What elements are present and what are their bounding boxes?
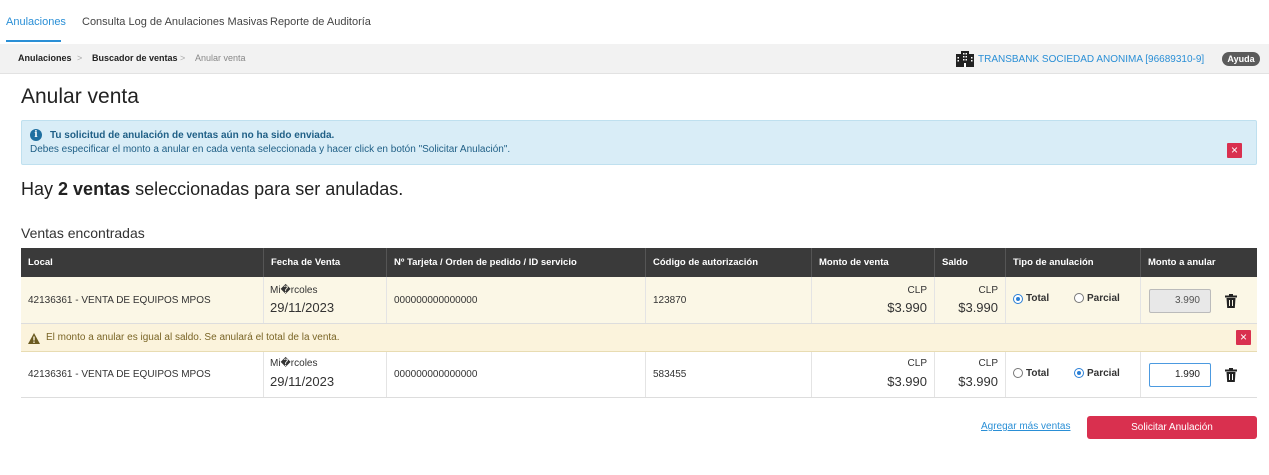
request-cancellation-button[interactable]: Solicitar Anulación xyxy=(1087,416,1257,439)
card-number: 000000000000000 xyxy=(394,369,478,380)
partial-radio[interactable] xyxy=(1074,368,1084,378)
column-header: Monto de venta xyxy=(812,248,935,277)
amount-currency: CLP xyxy=(907,285,927,296)
partial-radio[interactable] xyxy=(1074,293,1084,303)
total-label[interactable]: Total xyxy=(1026,368,1049,379)
amount-currency: CLP xyxy=(907,358,927,369)
info-icon: i xyxy=(30,129,42,141)
company-name: TRANSBANK SOCIEDAD ANONIMA [96689310-9] xyxy=(978,53,1205,65)
cell-balance: CLP $3.990 xyxy=(935,352,1006,397)
column-header: Tipo de anulación xyxy=(1006,248,1141,277)
card-number: 000000000000000 xyxy=(394,295,478,306)
balance-amount: $3.990 xyxy=(958,300,998,315)
breadcrumb: Anulaciones > Buscador de ventas > Anula… xyxy=(0,44,1269,74)
cell-date: Mi�rcoles 29/11/2023 xyxy=(264,352,387,397)
cancel-amount-input[interactable]: 1.990 xyxy=(1149,363,1211,387)
sale-date: 29/11/2023 xyxy=(270,374,335,389)
summary-suffix: seleccionadas para ser anuladas. xyxy=(135,179,404,199)
cell-balance: CLP $3.990 xyxy=(935,277,1006,323)
summary-count: 2 ventas xyxy=(58,179,131,199)
company-selector[interactable]: TRANSBANK SOCIEDAD ANONIMA [96689310-9] xyxy=(956,51,1204,67)
help-button[interactable]: Ayuda xyxy=(1222,52,1260,66)
column-header: Nº Tarjeta / Orden de pedido / ID servic… xyxy=(387,248,646,277)
info-alert-text: Debes especificar el monto a anular en c… xyxy=(30,144,511,155)
cell-card: 000000000000000 xyxy=(387,277,646,323)
sale-amount: $3.990 xyxy=(887,374,927,389)
selection-summary: Hay 2 ventas seleccionadas para ser anul… xyxy=(21,179,403,200)
balance-currency: CLP xyxy=(978,285,998,296)
cell-cancel-type: Total Parcial xyxy=(1006,277,1141,323)
cell-local: 42136361 - VENTA DE EQUIPOS MPOS xyxy=(21,277,264,323)
cell-cancel-amount: 1.990 xyxy=(1141,352,1257,397)
partial-label[interactable]: Parcial xyxy=(1087,293,1120,304)
cell-amount: CLP $3.990 xyxy=(812,352,935,397)
trash-icon[interactable] xyxy=(1225,368,1237,382)
building-icon xyxy=(956,51,974,67)
cell-cancel-amount: 3.990 xyxy=(1141,277,1257,323)
auth-code: 123870 xyxy=(653,295,687,306)
total-radio[interactable] xyxy=(1013,368,1023,378)
trash-icon[interactable] xyxy=(1225,294,1237,308)
tab-consulta-log[interactable]: Consulta Log de Anulaciones Masivas xyxy=(82,16,268,28)
tab-reporte-auditoria[interactable]: Reporte de Auditoría xyxy=(270,16,371,28)
column-header: Monto a anular xyxy=(1148,257,1216,268)
sale-date: 29/11/2023 xyxy=(270,300,335,315)
breadcrumb-separator: > xyxy=(180,53,186,63)
info-alert: i Tu solicitud de anulación de ventas aú… xyxy=(21,120,1257,165)
sale-amount: $3.990 xyxy=(887,300,927,315)
cell-amount: CLP $3.990 xyxy=(812,277,935,323)
close-icon[interactable]: × xyxy=(1236,330,1251,345)
partial-label[interactable]: Parcial xyxy=(1087,368,1120,379)
balance-amount: $3.990 xyxy=(958,374,998,389)
warning-row: El monto a anular es igual al saldo. Se … xyxy=(21,324,1257,352)
breadcrumb-anulaciones[interactable]: Anulaciones xyxy=(18,53,72,63)
table-row: 42136361 - VENTA DE EQUIPOS MPOS Mi�rcol… xyxy=(21,277,1257,324)
column-header: Fecha de Venta xyxy=(264,248,387,277)
warning-text: El monto a anular es igual al saldo. Se … xyxy=(46,332,340,343)
column-header: Código de autorización xyxy=(646,248,812,277)
add-more-sales-link[interactable]: Agregar más ventas xyxy=(981,421,1071,432)
section-title: Ventas encontradas xyxy=(21,225,145,241)
auth-code: 583455 xyxy=(653,369,687,380)
column-header: Saldo xyxy=(935,248,1006,277)
cancel-amount-input[interactable]: 3.990 xyxy=(1149,289,1211,313)
total-label[interactable]: Total xyxy=(1026,293,1049,304)
sale-day: Mi�rcoles xyxy=(270,358,318,369)
local-value: 42136361 - VENTA DE EQUIPOS MPOS xyxy=(28,295,211,306)
summary-prefix: Hay xyxy=(21,179,54,199)
breadcrumb-buscador[interactable]: Buscador de ventas xyxy=(92,53,178,63)
top-tabs: Anulaciones Consulta Log de Anulaciones … xyxy=(0,0,1269,44)
sale-day: Mi�rcoles xyxy=(270,285,318,296)
table-row: 42136361 - VENTA DE EQUIPOS MPOS Mi�rcol… xyxy=(21,352,1257,398)
cell-auth: 583455 xyxy=(646,352,812,397)
info-alert-title: Tu solicitud de anulación de ventas aún … xyxy=(50,130,335,141)
local-value: 42136361 - VENTA DE EQUIPOS MPOS xyxy=(28,369,211,380)
balance-currency: CLP xyxy=(978,358,998,369)
cell-local: 42136361 - VENTA DE EQUIPOS MPOS xyxy=(21,352,264,397)
active-tab-indicator xyxy=(6,40,61,42)
cell-date: Mi�rcoles 29/11/2023 xyxy=(264,277,387,323)
tab-anulaciones[interactable]: Anulaciones xyxy=(6,16,66,28)
total-radio[interactable] xyxy=(1013,294,1023,304)
page-title: Anular venta xyxy=(21,85,139,108)
column-header: Local xyxy=(21,248,264,277)
breadcrumb-current: Anular venta xyxy=(195,53,246,63)
warning-icon xyxy=(28,333,40,344)
breadcrumb-separator: > xyxy=(77,53,83,63)
cell-cancel-type: Total Parcial xyxy=(1006,352,1141,397)
close-icon[interactable]: × xyxy=(1227,143,1242,158)
cell-card: 000000000000000 xyxy=(387,352,646,397)
cell-auth: 123870 xyxy=(646,277,812,323)
table-header: Local Fecha de Venta Nº Tarjeta / Orden … xyxy=(21,248,1257,277)
